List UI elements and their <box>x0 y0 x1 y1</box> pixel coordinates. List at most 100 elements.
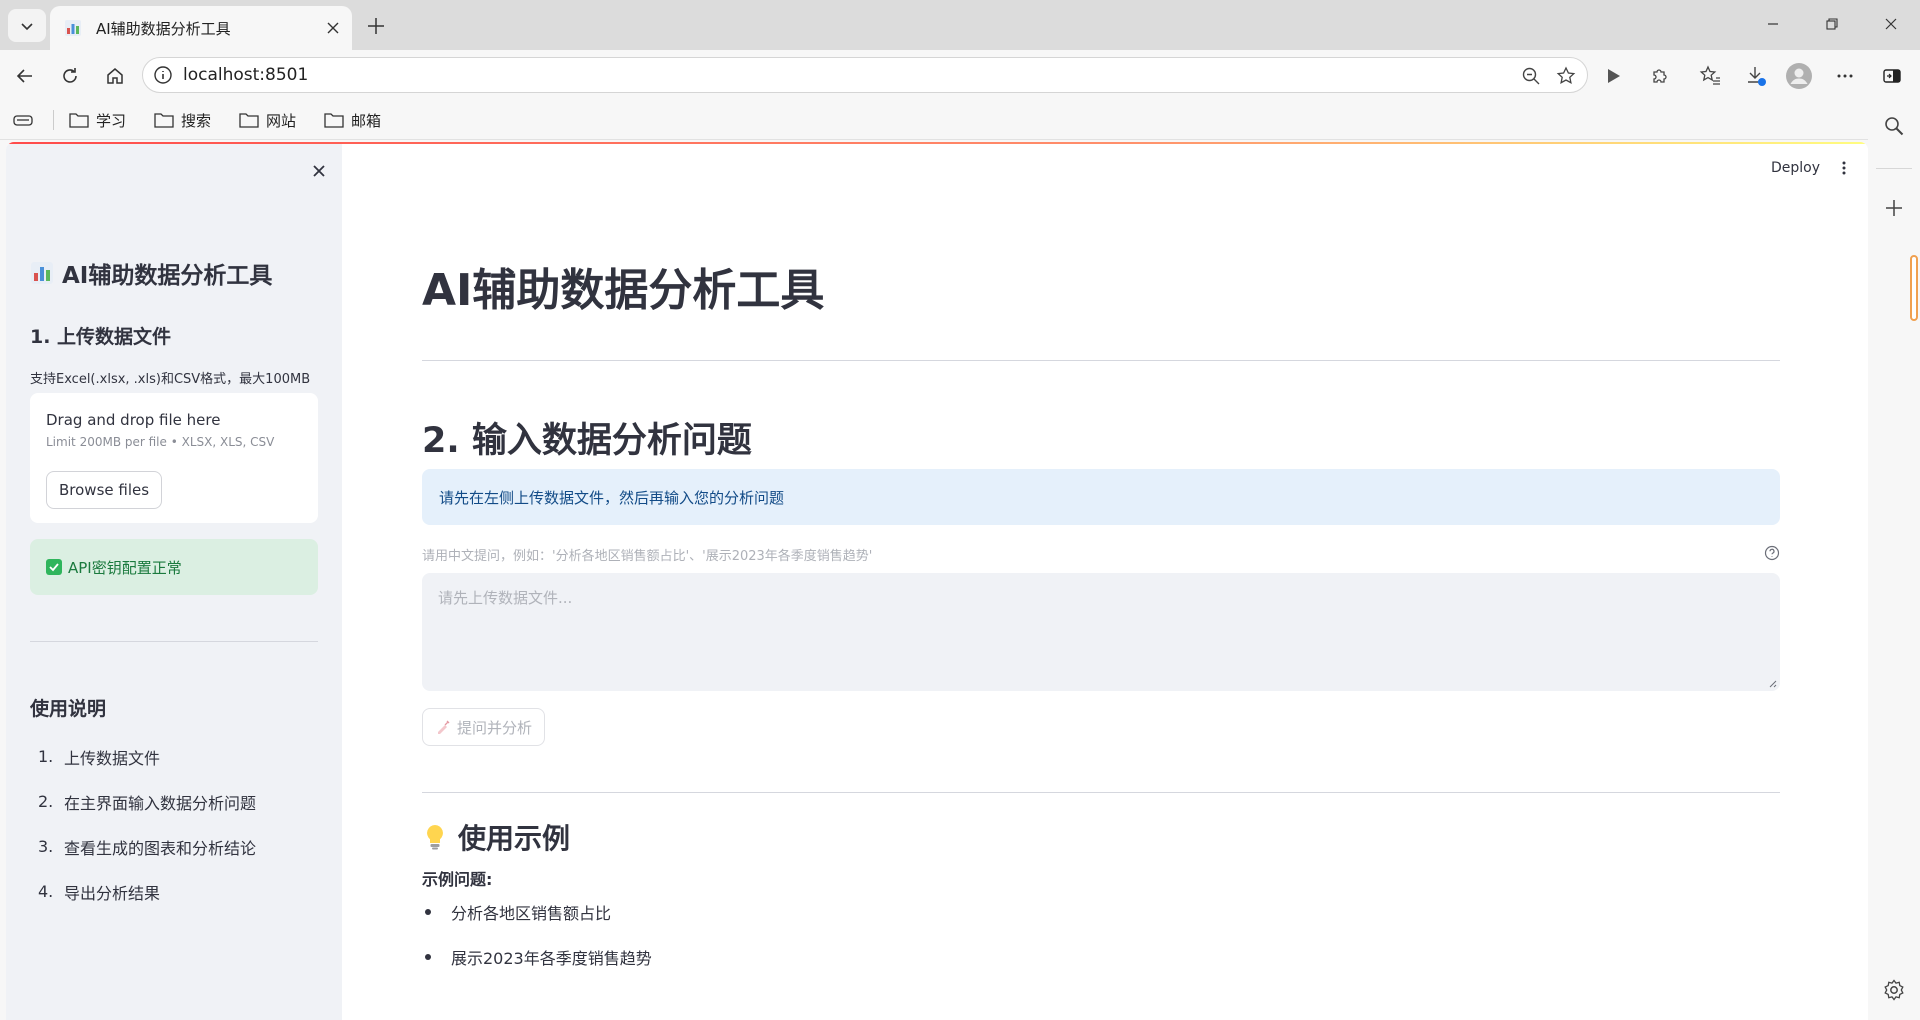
close-tab-icon[interactable] <box>322 17 344 39</box>
folder-icon <box>324 113 344 128</box>
info-icon[interactable] <box>153 65 173 85</box>
bullet <box>425 953 431 960</box>
sidebar-title-text: AI辅助数据分析工具 <box>62 263 273 289</box>
divider <box>422 792 1780 793</box>
bookmark-label: 邮箱 <box>351 111 382 130</box>
active-tab[interactable]: AI辅助数据分析工具 <box>50 6 352 50</box>
main-menu-button[interactable] <box>1832 156 1856 180</box>
divider <box>30 641 318 642</box>
dropzone-title: Drag and drop file here <box>46 411 221 429</box>
close-icon <box>1885 18 1897 30</box>
examples-heading-text: 使用示例 <box>458 822 571 855</box>
examples-label: 示例问题: <box>422 870 493 889</box>
lightbulb-icon <box>427 825 443 850</box>
list-item: 2. 在主界面输入数据分析问题 <box>38 792 257 813</box>
examples-heading: 使用示例 <box>422 817 570 857</box>
list-item: 分析各地区销售额占比 <box>422 889 652 934</box>
question-textarea[interactable]: 请先上传数据文件... <box>422 573 1780 691</box>
api-status-alert: API密钥配置正常 <box>30 539 318 595</box>
downloads-icon[interactable] <box>1740 60 1772 92</box>
question-heading: 2. 输入数据分析问题 <box>422 421 752 461</box>
tab-list-button[interactable] <box>8 9 46 42</box>
instructions-heading: 使用说明 <box>30 698 107 720</box>
sidebar: AI辅助数据分析工具 1. 上传数据文件 支持Excel(.xlsx, .xls… <box>6 144 342 1020</box>
divider <box>1876 168 1912 169</box>
bullet <box>425 908 431 915</box>
resize-handle-icon[interactable] <box>1767 678 1777 688</box>
bookmark-folder[interactable]: 搜索 <box>154 108 211 132</box>
new-tab-button[interactable] <box>362 12 390 40</box>
profile-avatar[interactable] <box>1783 60 1815 92</box>
bookmark-label: 搜索 <box>181 111 212 130</box>
home-button[interactable] <box>99 60 131 92</box>
list-item: 展示2023年各季度销售趋势 <box>422 934 652 979</box>
divider <box>422 360 1780 361</box>
api-status-text: API密钥配置正常 <box>68 558 182 577</box>
examples-list: 分析各地区销售额占比 展示2023年各季度销售趋势 <box>422 889 652 979</box>
favorites-icon[interactable] <box>1694 60 1726 92</box>
ask-analyze-button[interactable]: 提问并分析 <box>422 708 546 746</box>
chevron-down-icon <box>21 22 33 30</box>
close-icon <box>313 165 325 177</box>
bookmarks-bar: 学习 搜索 网站 邮箱 <box>0 100 1880 140</box>
more-options-icon[interactable] <box>1829 60 1861 92</box>
file-dropzone[interactable]: Drag and drop file here Limit 200MB per … <box>30 393 318 523</box>
plus-icon[interactable] <box>1878 192 1910 224</box>
zoom-icon[interactable] <box>1519 64 1543 88</box>
favorite-star-icon[interactable] <box>1554 64 1578 88</box>
bar-chart-icon <box>30 261 54 285</box>
main-content: Deploy AI辅助数据分析工具 2. 输入数据分析问题 请先在左侧上传数据文… <box>342 144 1868 1020</box>
more-vertical-icon <box>1842 161 1846 175</box>
checkmark-icon <box>46 559 62 575</box>
plus-icon <box>368 18 384 34</box>
folder-icon <box>69 113 89 128</box>
bookmarks-collection-icon[interactable] <box>13 108 40 132</box>
help-icon[interactable] <box>1764 545 1780 561</box>
close-window-button[interactable] <box>1862 0 1920 48</box>
bookmark-label: 学习 <box>96 111 127 130</box>
back-button[interactable] <box>9 60 41 92</box>
restore-icon <box>1826 18 1838 30</box>
list-item: 1. 上传数据文件 <box>38 747 161 768</box>
sidebar-toggle-icon[interactable] <box>1876 60 1908 92</box>
arrow-left-icon <box>16 69 32 83</box>
scrollbar-thumb[interactable] <box>1910 255 1918 321</box>
ask-button-label: 提问并分析 <box>457 718 533 737</box>
reload-icon <box>63 68 77 83</box>
upload-heading: 1. 上传数据文件 <box>30 326 172 348</box>
bookmark-label: 网站 <box>266 111 297 130</box>
restore-button[interactable] <box>1803 0 1861 48</box>
address-bar[interactable]: localhost:8501 <box>142 57 1588 93</box>
folder-icon <box>154 113 174 128</box>
close-sidebar-button[interactable] <box>306 158 332 184</box>
bookmark-folder[interactable]: 邮箱 <box>324 108 381 132</box>
sidebar-title: AI辅助数据分析工具 <box>30 256 272 290</box>
question-label: 请用中文提问，例如：'分析各地区销售额占比'、'展示2023年各季度销售趋势' <box>422 549 873 564</box>
search-icon[interactable] <box>1878 110 1910 142</box>
edge-sidebar <box>1868 100 1920 1020</box>
instructions-list: 1. 上传数据文件 2. 在主界面输入数据分析问题 3. 查看生成的图表和分析结论 4… <box>30 734 256 914</box>
browser-tab-bar: AI辅助数据分析工具 <box>0 0 1920 50</box>
page-title: AI辅助数据分析工具 <box>422 265 825 316</box>
minimize-icon <box>1768 23 1778 25</box>
gear-icon[interactable] <box>1878 974 1910 1006</box>
bookmark-folder[interactable]: 学习 <box>69 108 126 132</box>
deploy-button[interactable]: Deploy <box>1771 160 1820 176</box>
url-text[interactable]: localhost:8501 <box>183 65 308 85</box>
tab-title: AI辅助数据分析工具 <box>96 19 231 38</box>
folder-icon <box>239 113 259 128</box>
extensions-icon[interactable] <box>1644 60 1676 92</box>
browse-files-button[interactable]: Browse files <box>46 471 163 509</box>
syringe-icon <box>438 720 450 734</box>
question-placeholder: 请先上传数据文件... <box>438 589 573 607</box>
dropzone-limit: Limit 200MB per file • XLSX, XLS, CSV <box>46 435 275 449</box>
list-item: 3. 查看生成的图表和分析结论 <box>38 837 257 858</box>
bar-chart-icon <box>64 18 84 38</box>
reload-button[interactable] <box>54 60 86 92</box>
list-item: 4. 导出分析结果 <box>38 882 161 903</box>
home-icon <box>107 68 123 84</box>
app-viewport: AI辅助数据分析工具 1. 上传数据文件 支持Excel(.xlsx, .xls… <box>6 142 1868 1020</box>
bookmark-folder[interactable]: 网站 <box>239 108 296 132</box>
play-icon[interactable] <box>1597 60 1629 92</box>
minimize-button[interactable] <box>1744 0 1802 48</box>
